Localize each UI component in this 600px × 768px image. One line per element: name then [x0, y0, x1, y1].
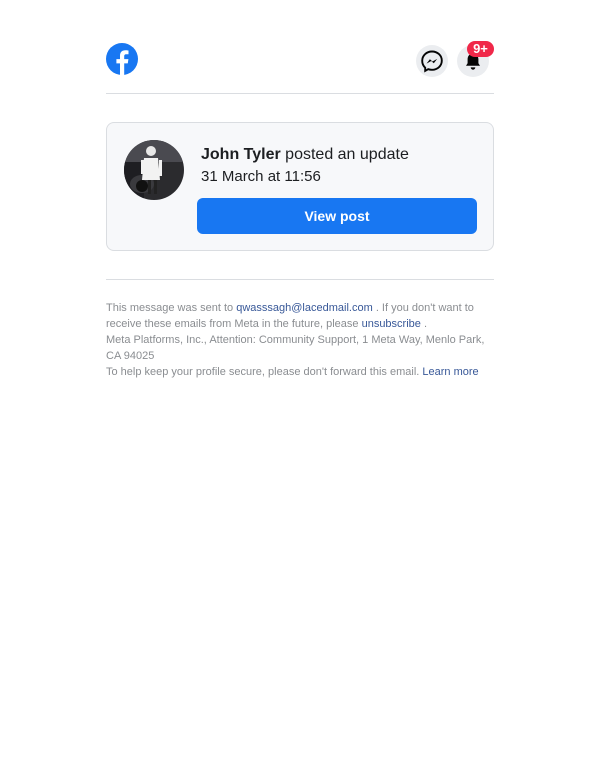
profile-photo-image: [124, 140, 184, 200]
footer-recipient-text: This message was sent to qwasssagh@laced…: [106, 300, 494, 332]
email-header: 9+: [106, 38, 494, 94]
email-footer: This message was sent to qwasssagh@laced…: [106, 300, 494, 380]
messenger-button[interactable]: [416, 45, 448, 77]
footer-security-text: To help keep your profile secure, please…: [106, 364, 494, 380]
divider: [106, 279, 494, 280]
learn-more-link[interactable]: Learn more: [422, 366, 478, 378]
author-name[interactable]: John Tyler: [201, 146, 281, 163]
sent-to-label: This message was sent to: [106, 302, 234, 314]
notification-card: John Tyler posted an update 31 March at …: [106, 122, 494, 251]
notification-date: 31 March at 11:56: [201, 168, 321, 185]
notification-action: posted an update: [285, 146, 409, 163]
recipient-email-link[interactable]: qwasssagh@lacedmail.com: [236, 302, 373, 314]
facebook-logo-icon[interactable]: [106, 43, 138, 75]
notification-badge: 9+: [467, 41, 494, 57]
footer-address: Meta Platforms, Inc., Attention: Communi…: [106, 334, 485, 362]
messenger-icon: [421, 50, 443, 73]
unsubscribe-suffix: .: [423, 318, 428, 330]
secure-text: To help keep your profile secure, please…: [106, 366, 420, 378]
avatar[interactable]: [124, 140, 184, 200]
view-post-button[interactable]: View post: [197, 198, 477, 234]
notification-title: John Tyler posted an update: [201, 145, 409, 165]
unsubscribe-link[interactable]: unsubscribe: [362, 318, 421, 330]
